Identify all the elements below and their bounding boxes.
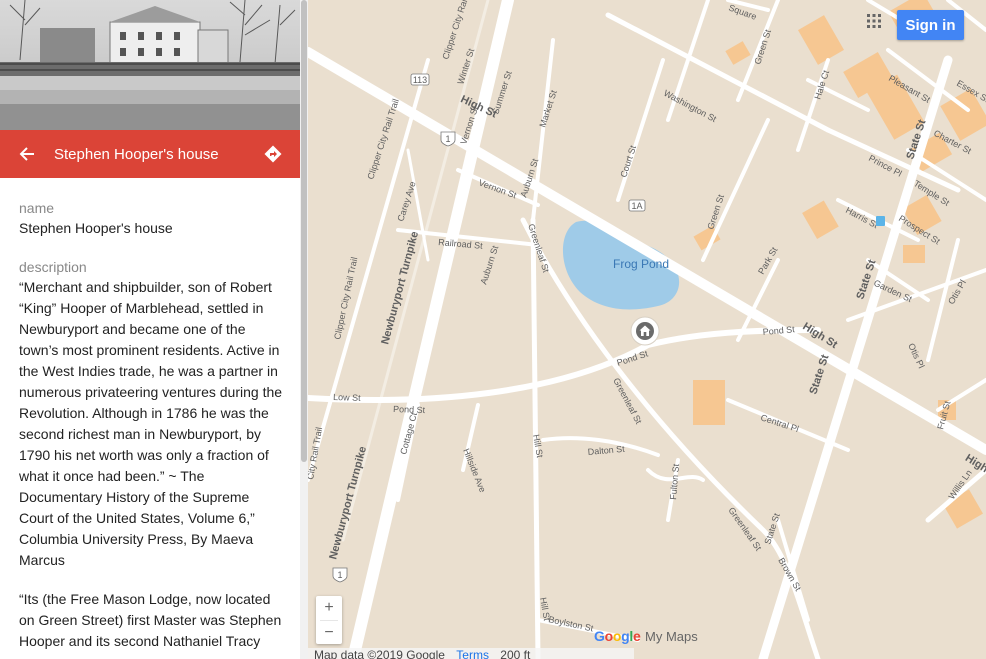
scale-label[interactable]: 200 ft [500, 648, 530, 659]
svg-text:113: 113 [413, 75, 427, 85]
map-data-credit: Map data ©2019 Google [314, 648, 445, 659]
pond-label: Frog Pond [613, 257, 669, 271]
house-marker[interactable] [630, 316, 660, 346]
directions-icon [264, 145, 282, 163]
transit-icon [876, 216, 885, 226]
place-title: Stephen Hooper's house [54, 145, 219, 163]
back-button[interactable] [0, 130, 54, 178]
google-logo: Google [594, 628, 641, 644]
route-shield-113: 113 [410, 73, 430, 86]
zoom-control: + − [316, 596, 342, 644]
route-shield-1a: 1A [628, 199, 646, 212]
description-paragraph: “Its (the Free Mason Lodge, now located … [19, 591, 282, 649]
svg-text:1: 1 [445, 134, 450, 144]
grid-apps-icon[interactable] [866, 13, 882, 29]
description-paragraph: “Merchant and shipbuilder, son of Robert… [19, 279, 283, 568]
panel-scrollbar[interactable] [300, 0, 308, 659]
terms-link[interactable]: Terms [456, 648, 489, 659]
panel-header: Stephen Hooper's house [0, 130, 300, 178]
name-value: Stephen Hooper's house [19, 220, 173, 236]
my-maps-brand: My Maps [645, 629, 698, 644]
zoom-in-button[interactable]: + [316, 596, 342, 620]
scrollbar-thumb[interactable] [301, 0, 307, 462]
sign-in-button[interactable]: Sign in [897, 10, 964, 40]
map-canvas[interactable]: 113 1 1A 1 Frog Pond High St High St Hig… [308, 0, 986, 659]
arrow-left-icon [19, 147, 34, 161]
feature-details: name Stephen Hooper's house description … [19, 198, 287, 659]
svg-text:1A: 1A [631, 201, 642, 211]
route-shield-1: 1 [440, 131, 456, 147]
route-shield-1-south: 1 [332, 567, 348, 583]
map-attribution: Map data ©2019 Google Terms 200 ft [308, 648, 634, 659]
name-label: name [19, 200, 55, 216]
zoom-out-button[interactable]: − [316, 621, 342, 645]
directions-button[interactable] [246, 130, 300, 178]
description-label: description [19, 259, 87, 275]
place-photo[interactable] [0, 0, 300, 130]
svg-text:Low St: Low St [333, 392, 361, 403]
feature-panel: Stephen Hooper's house name Stephen Hoop… [0, 0, 301, 659]
home-icon [630, 316, 660, 346]
svg-text:1: 1 [337, 570, 342, 580]
